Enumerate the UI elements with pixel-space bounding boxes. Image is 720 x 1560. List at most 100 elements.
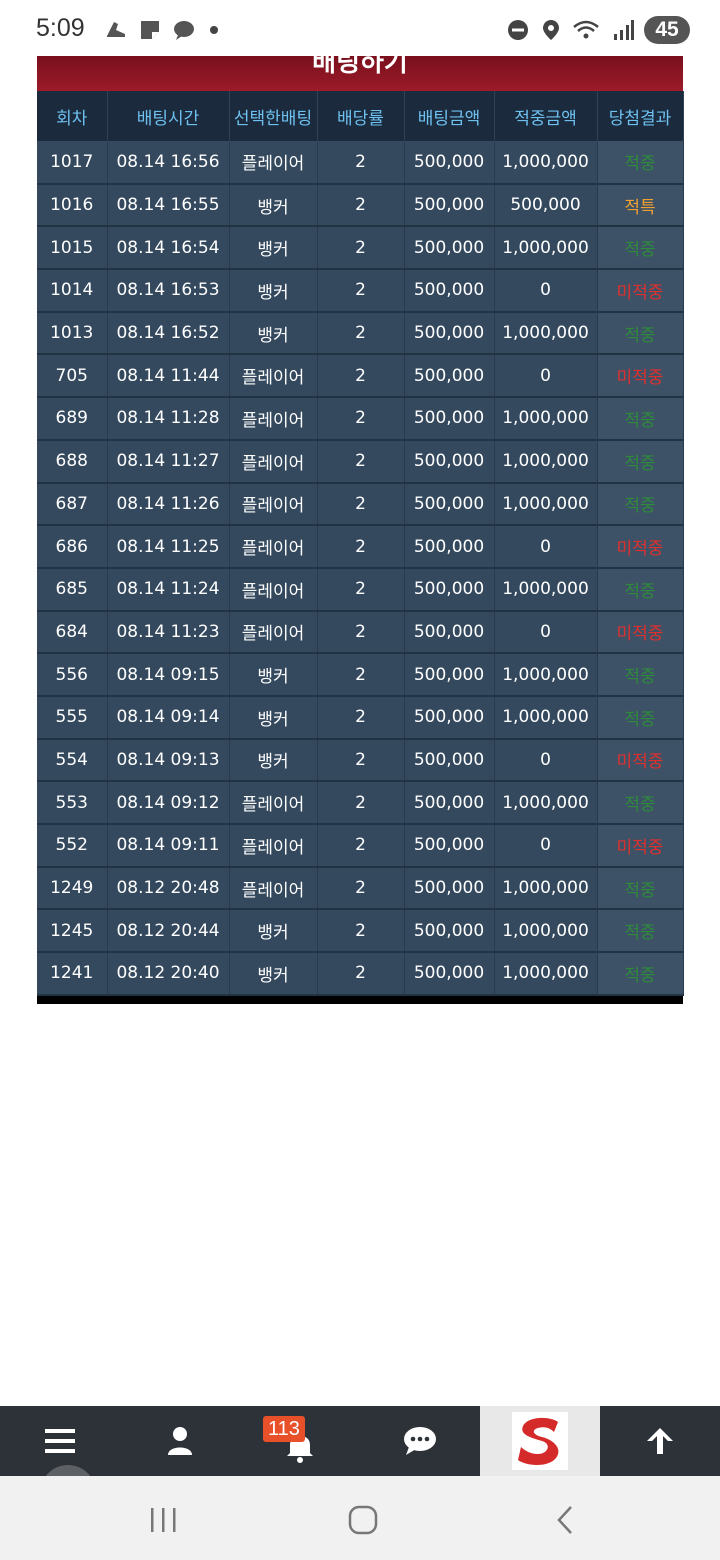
round-cell: 1014: [37, 269, 108, 313]
odds-cell: 2: [317, 525, 405, 569]
table-row: 553 08.14 09:12 플레이어 2 500,000 1,000,000 적중: [37, 781, 684, 825]
recent-apps-icon: [151, 1508, 176, 1532]
user-button[interactable]: [120, 1406, 240, 1476]
result-cell: 적중: [597, 482, 684, 527]
selection-cell: 플레이어: [229, 141, 318, 185]
round-cell: 555: [37, 695, 108, 740]
col-header-result: 당첨결과: [597, 91, 684, 141]
table-row: 689 08.14 11:28 플레이어 2 500,000 1,000,000 적중: [37, 397, 684, 441]
signal-icon: [614, 20, 634, 40]
bet-time-cell: 08.14 16:56: [107, 141, 230, 185]
result-cell: 적중: [597, 952, 684, 996]
bet-time-cell: 08.14 11:28: [107, 397, 230, 441]
notification-button[interactable]: 113: [240, 1406, 360, 1476]
result-cell: 미적중: [597, 610, 684, 655]
chat-button[interactable]: [360, 1406, 480, 1476]
result-cell: 미적중: [597, 269, 684, 313]
bet-time-cell: 08.12 20:40: [107, 952, 230, 996]
bet-amount-cell: 500,000: [404, 866, 495, 911]
result-cell: 적중: [597, 226, 684, 271]
win-amount-cell: 1,000,000: [494, 311, 598, 356]
result-cell: 적중: [597, 781, 684, 825]
selection-cell: 플레이어: [229, 439, 318, 484]
table-row: 554 08.14 09:13 뱅커 2 500,000 0 미적중: [37, 738, 684, 783]
wifi-icon: [573, 20, 599, 39]
bet-amount-cell: 500,000: [404, 226, 495, 271]
note-icon: [141, 21, 159, 39]
bet-amount-cell: 500,000: [404, 439, 495, 484]
table-row: 688 08.14 11:27 플레이어 2 500,000 1,000,000 적중: [37, 439, 684, 484]
scroll-top-button[interactable]: [600, 1406, 720, 1476]
chat-icon: [404, 1427, 436, 1455]
round-cell: 556: [37, 653, 108, 697]
result-cell: 적중: [597, 141, 684, 185]
round-cell: 1245: [37, 909, 108, 954]
table-row: 556 08.14 09:15 뱅커 2 500,000 1,000,000 적중: [37, 653, 684, 697]
col-header-bet-amount: 배팅금액: [404, 91, 495, 141]
col-header-bet-time: 배팅시간: [107, 91, 230, 141]
odds-cell: 2: [317, 354, 405, 399]
recent-apps-button[interactable]: [143, 1500, 183, 1540]
round-cell: 552: [37, 824, 108, 868]
bet-amount-cell: 500,000: [404, 952, 495, 996]
bet-time-cell: 08.14 09:14: [107, 695, 230, 740]
odds-cell: 2: [317, 439, 405, 484]
odds-cell: 2: [317, 824, 405, 868]
win-amount-cell: 1,000,000: [494, 952, 598, 996]
odds-cell: 2: [317, 866, 405, 911]
table-row: 1249 08.12 20:48 플레이어 2 500,000 1,000,000 적중: [37, 866, 684, 911]
selection-cell: 뱅커: [229, 183, 318, 228]
bet-time-cell: 08.14 16:54: [107, 226, 230, 271]
bet-time-cell: 08.14 11:25: [107, 525, 230, 569]
selection-cell: 뱅커: [229, 738, 318, 783]
bet-amount-cell: 500,000: [404, 269, 495, 313]
more-notifications-dot: [210, 26, 218, 34]
round-cell: 687: [37, 482, 108, 527]
odds-cell: 2: [317, 226, 405, 271]
col-header-win-amount: 적중금액: [494, 91, 598, 141]
round-cell: 686: [37, 525, 108, 569]
bet-time-cell: 08.14 11:27: [107, 439, 230, 484]
bet-amount-cell: 500,000: [404, 781, 495, 825]
betting-history-table: 회차 배팅시간 선택한배팅 배당률 배팅금액 적중금액 당첨결과 1017 08.…: [37, 91, 684, 996]
home-button[interactable]: [343, 1500, 383, 1540]
col-header-round: 회차: [37, 91, 108, 141]
table-row: 1017 08.14 16:56 플레이어 2 500,000 1,000,000 적중: [37, 141, 684, 185]
selection-cell: 뱅커: [229, 909, 318, 954]
odds-cell: 2: [317, 695, 405, 740]
brand-logo-button[interactable]: [480, 1406, 600, 1476]
odds-cell: 2: [317, 781, 405, 825]
win-amount-cell: 1,000,000: [494, 653, 598, 697]
selection-cell: 뱅커: [229, 695, 318, 740]
win-amount-cell: 0: [494, 610, 598, 655]
selection-cell: 뱅커: [229, 311, 318, 356]
panel-bottom-bar: [37, 995, 683, 1004]
odds-cell: 2: [317, 482, 405, 527]
bet-amount-cell: 500,000: [404, 738, 495, 783]
col-header-odds: 배당률: [317, 91, 405, 141]
dnd-icon: [508, 20, 528, 40]
bottom-toolbar: 113: [0, 1406, 720, 1476]
round-cell: 1017: [37, 141, 108, 185]
win-amount-cell: 1,000,000: [494, 226, 598, 271]
selection-cell: 플레이어: [229, 824, 318, 868]
notification-badge: 113: [263, 1416, 305, 1442]
selection-cell: 플레이어: [229, 397, 318, 441]
win-amount-cell: 1,000,000: [494, 781, 598, 825]
selection-cell: 플레이어: [229, 482, 318, 527]
android-nav-bar: [0, 1476, 720, 1560]
bet-time-cell: 08.14 11:26: [107, 482, 230, 527]
menu-icon: [45, 1429, 75, 1453]
result-cell: 적중: [597, 653, 684, 697]
table-row: 1014 08.14 16:53 뱅커 2 500,000 0 미적중: [37, 269, 684, 313]
win-amount-cell: 1,000,000: [494, 482, 598, 527]
selection-cell: 플레이어: [229, 354, 318, 399]
selection-cell: 플레이어: [229, 866, 318, 911]
result-cell: 미적중: [597, 525, 684, 569]
win-amount-cell: 1,000,000: [494, 866, 598, 911]
round-cell: 684: [37, 610, 108, 655]
bet-amount-cell: 500,000: [404, 653, 495, 697]
talk-icon: [174, 21, 194, 40]
system-icons: 45: [506, 16, 690, 44]
back-button[interactable]: [545, 1500, 585, 1540]
